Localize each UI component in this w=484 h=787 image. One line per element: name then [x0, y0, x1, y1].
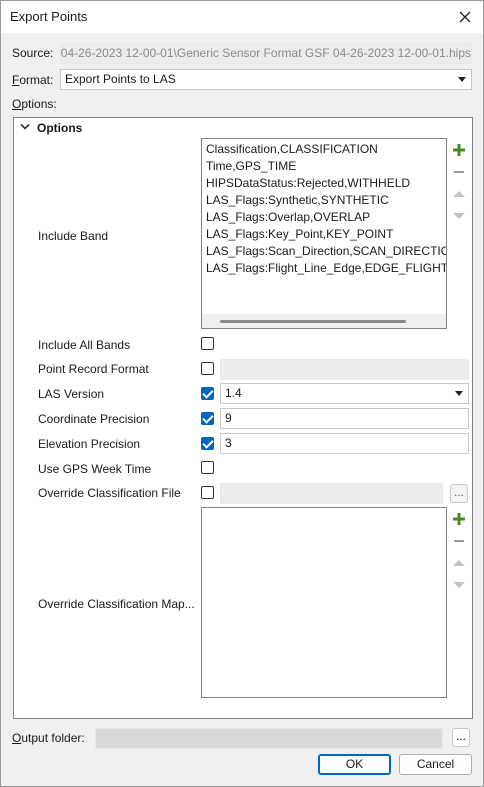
triangle-down-icon: [453, 212, 465, 219]
source-field: GSF 04-26-2023 12-00-01\Generic Sensor F…: [60, 43, 472, 64]
list-item[interactable]: LAS_Flags:Key_Point,KEY_POINT: [206, 227, 393, 241]
chevron-down-icon: [455, 391, 463, 396]
triangle-up-icon: [453, 190, 465, 197]
source-label: Source:: [12, 46, 54, 60]
remove-mapping-button[interactable]: [449, 531, 469, 550]
coordinate-precision-checkbox[interactable]: [201, 412, 214, 425]
override-classification-file-field: [220, 483, 443, 504]
las-version-checkbox[interactable]: [201, 387, 214, 400]
override-classification-file-checkbox[interactable]: [201, 486, 214, 499]
remove-band-button[interactable]: [449, 162, 469, 181]
export-points-dialog: Export Points Source: GSF 04-26-2023 12-…: [0, 0, 484, 787]
list-item[interactable]: LAS_Flags:Synthetic,SYNTHETIC: [206, 193, 389, 207]
close-icon: [459, 11, 471, 23]
chevron-down-icon: [458, 77, 466, 82]
title-bar: Export Points: [1, 1, 483, 33]
cancel-button[interactable]: Cancel: [399, 754, 472, 775]
format-label: Format:: [12, 73, 54, 87]
point-record-format-checkbox[interactable]: [201, 362, 214, 375]
elevation-precision-input[interactable]: 3: [220, 433, 469, 454]
chevron-collapse-icon[interactable]: [20, 123, 30, 131]
include-all-bands-label: Include All Bands: [38, 338, 131, 352]
add-mapping-button[interactable]: [449, 509, 469, 528]
options-panel: Options Include Band Classification,CLAS…: [13, 117, 473, 719]
format-select[interactable]: Export Points to LAS: [60, 69, 472, 90]
horizontal-scrollbar[interactable]: [202, 314, 446, 328]
list-item[interactable]: LAS_Flags:Flight_Line_Edge,EDGE_FLIGHT_L…: [206, 261, 446, 275]
las-version-label: LAS Version: [38, 387, 105, 401]
override-classification-file-label: Override Classification File: [38, 486, 181, 500]
coordinate-precision-input[interactable]: 9: [220, 408, 469, 429]
plus-icon: [453, 512, 465, 525]
list-item[interactable]: LAS_Flags:Overlap,OVERLAP: [206, 210, 370, 224]
triangle-up-icon: [453, 559, 465, 566]
list-item[interactable]: Classification,CLASSIFICATION: [206, 142, 378, 156]
list-item[interactable]: Time,GPS_TIME: [206, 159, 296, 173]
las-version-select[interactable]: 1.4: [220, 383, 469, 404]
use-gps-week-time-checkbox[interactable]: [201, 461, 214, 474]
minus-icon: [454, 539, 464, 542]
add-band-button[interactable]: [449, 140, 469, 159]
use-gps-week-time-label: Use GPS Week Time: [38, 462, 152, 476]
ok-button[interactable]: OK: [318, 754, 391, 775]
override-classification-map-list[interactable]: [201, 507, 447, 698]
list-item[interactable]: HIPSDataStatus:Rejected,WITHHELD: [206, 176, 410, 190]
include-all-bands-checkbox[interactable]: [201, 337, 214, 350]
move-up-button[interactable]: [449, 184, 469, 203]
override-classification-file-browse-button[interactable]: ...: [450, 484, 468, 503]
output-folder-label: Output folder:: [12, 731, 85, 745]
window-title: Export Points: [10, 9, 88, 24]
scrollbar-thumb[interactable]: [220, 320, 406, 323]
move-mapping-up-button[interactable]: [449, 553, 469, 572]
coordinate-precision-label: Coordinate Precision: [38, 412, 150, 426]
elevation-precision-label: Elevation Precision: [38, 437, 141, 451]
elevation-precision-checkbox[interactable]: [201, 437, 214, 450]
output-folder-field: [95, 728, 443, 749]
list-item[interactable]: LAS_Flags:Scan_Direction,SCAN_DIRECTION_…: [206, 244, 446, 258]
options-section-title: Options: [37, 121, 83, 135]
include-band-list[interactable]: Classification,CLASSIFICATION Time,GPS_T…: [201, 138, 447, 329]
override-classification-map-label: Override Classification Map...: [38, 597, 195, 611]
options-label: Options:: [12, 97, 57, 111]
triangle-down-icon: [453, 581, 465, 588]
plus-icon: [453, 143, 465, 156]
include-band-label: Include Band: [38, 229, 109, 243]
move-down-button[interactable]: [449, 206, 469, 225]
point-record-format-label: Point Record Format: [38, 362, 149, 376]
close-button[interactable]: [453, 5, 477, 29]
point-record-format-field: [220, 359, 469, 380]
output-folder-browse-button[interactable]: ...: [452, 728, 470, 747]
minus-icon: [454, 170, 464, 173]
move-mapping-down-button[interactable]: [449, 575, 469, 594]
